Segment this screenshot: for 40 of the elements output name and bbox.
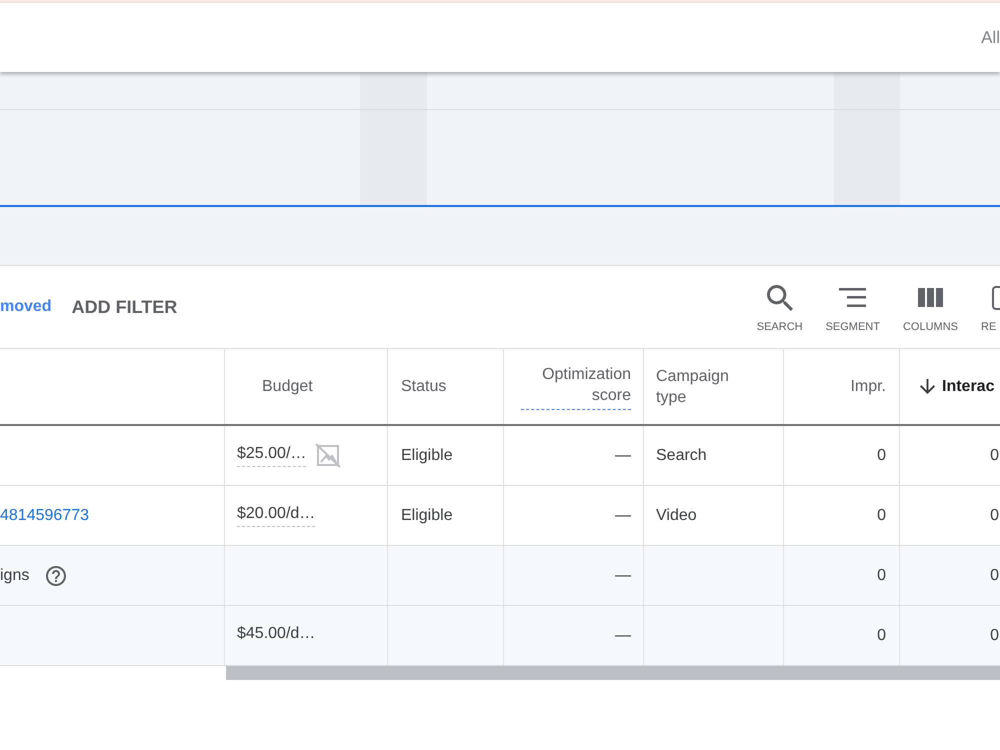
column-header[interactable]: Interac [942,376,994,397]
column-header[interactable]: Impr. [850,376,886,397]
column-header[interactable]: Optimization score [521,364,631,410]
table-cell: 0 [784,486,900,545]
add-filter-button[interactable]: ADD FILTER [72,296,178,318]
filter-link[interactable]: moved [0,297,52,317]
top-bar-label[interactable]: All [981,26,1000,48]
segment-button[interactable]: SEGMENT [826,284,880,334]
table-cell-text: 0 [989,626,1000,646]
row-label: igns [0,566,30,586]
budget-value[interactable]: $25.00/… [237,444,306,467]
table-cell: 0 [784,606,900,665]
columns-icon [918,288,943,307]
help-icon[interactable] [46,566,66,586]
table-cell: Eligible [388,426,504,485]
search-button[interactable]: SEARCH [756,284,803,334]
table-cell: — [504,486,644,545]
lines-icon [839,288,866,307]
column-header[interactable]: Campaign type [656,366,746,408]
column-header[interactable]: Status [401,376,446,397]
toolbar-button[interactable]: RE [981,284,1000,334]
table-cell: 0 [784,426,900,485]
campaign-link[interactable]: 4814596773 [0,506,89,526]
search-icon [766,284,793,310]
budget-value: $45.00/d… [237,624,316,644]
slashed-image-icon[interactable] [315,443,342,468]
column-header[interactable]: Budget [262,376,313,397]
budget-value[interactable]: $20.00/d… [237,504,316,527]
horizontal-scrollbar[interactable] [226,666,1000,680]
table-cell: Video [644,486,784,545]
table-cell-text: 0 [989,446,1000,466]
table-cell-text: 0 [989,566,1000,586]
columns-button[interactable]: COLUMNS [902,284,958,334]
table-cell: — [504,426,644,485]
table-cell: — [504,546,644,605]
table-cell: 0 [784,546,900,605]
table-cell: Eligible [388,486,504,545]
table-cell-text: 0 [989,506,1000,526]
table-cell: — [504,606,644,665]
table-cell: Search [644,426,784,485]
